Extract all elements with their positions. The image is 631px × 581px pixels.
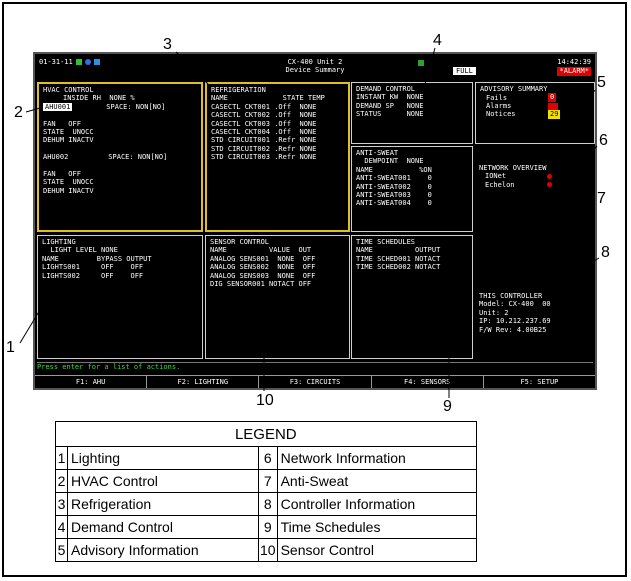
legend-label: Advisory Information: [67, 538, 259, 562]
legend-label: Demand Control: [67, 515, 259, 539]
callout-10: 10: [256, 392, 274, 409]
callout-4: 4: [433, 32, 442, 49]
legend-label: Time Schedules: [276, 515, 477, 539]
legend-label: Anti-Sweat: [276, 469, 477, 493]
legend-row: 5 Advisory Information 10 Sensor Control: [55, 538, 477, 562]
legend-row: 4 Demand Control 9 Time Schedules: [55, 515, 477, 539]
legend-label: Network Information: [276, 446, 477, 470]
legend-number: 3: [55, 492, 68, 516]
legend-number: 9: [258, 515, 278, 539]
legend-label: Controller Information: [276, 492, 477, 516]
legend-row: 1 Lighting 6 Network Information: [55, 446, 477, 470]
legend-number: 6: [258, 446, 278, 470]
legend-label: Sensor Control: [276, 538, 477, 562]
legend-number: 2: [55, 469, 68, 493]
legend-label: Refrigeration: [67, 492, 259, 516]
legend-title: LEGEND: [55, 421, 477, 447]
legend-label: Lighting: [67, 446, 259, 470]
callout-8: 8: [601, 244, 610, 261]
legend-number: 4: [55, 515, 68, 539]
callout-1: 1: [6, 339, 15, 356]
legend-label: HVAC Control: [67, 469, 259, 493]
callout-2: 2: [14, 104, 23, 121]
callout-3: 3: [163, 36, 172, 53]
callout-7: 7: [597, 190, 606, 207]
legend-table: LEGEND 1 Lighting 6 Network Information …: [55, 421, 477, 562]
legend-number: 10: [258, 538, 278, 562]
callout-9: 9: [443, 398, 452, 415]
legend-row: 3 Refrigeration 8 Controller Information: [55, 492, 477, 516]
legend-number: 8: [258, 492, 278, 516]
legend-number: 7: [258, 469, 278, 493]
callout-6: 6: [599, 132, 608, 149]
legend-number: 1: [55, 446, 68, 470]
legend-row: 2 HVAC Control 7 Anti-Sweat: [55, 469, 477, 493]
callout-5: 5: [597, 74, 606, 91]
legend-number: 5: [55, 538, 68, 562]
